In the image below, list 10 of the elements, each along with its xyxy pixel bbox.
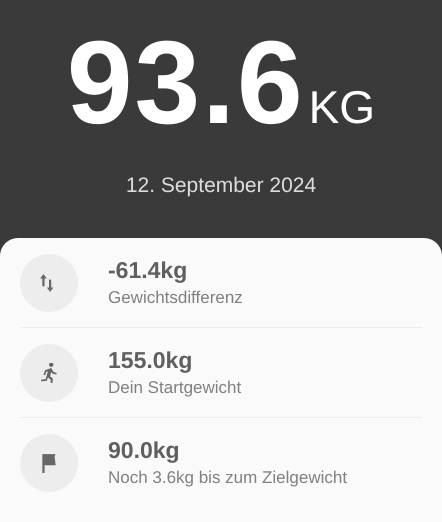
- weight-unit: KG: [308, 80, 376, 134]
- stat-label: Noch 3.6kg bis zum Zielgewicht: [108, 468, 348, 488]
- stat-value: 90.0kg: [108, 437, 181, 464]
- date-label: 12. September 2024: [126, 174, 316, 198]
- stat-value: 155.0kg: [108, 347, 194, 374]
- stat-label: Gewichtsdifferenz: [108, 288, 243, 308]
- weight-value: 93.6: [66, 24, 305, 142]
- runner-icon: [39, 362, 59, 382]
- stat-value: -61.4kg: [108, 257, 188, 284]
- stat-label: Dein Startgewicht: [108, 378, 242, 398]
